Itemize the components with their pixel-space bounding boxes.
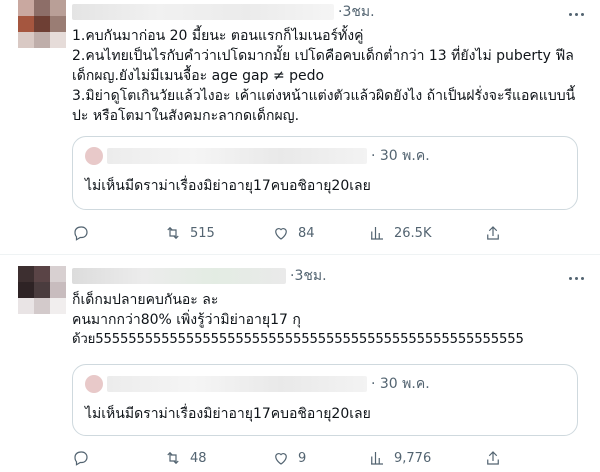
tweet-line: ก็เด็กมปลายคบกันอะ ละ [72,292,219,308]
retweet-count: 515 [190,225,215,241]
reply-button[interactable] [72,446,90,470]
views-icon [371,452,383,465]
quoted-text: ไม่เห็นมีดราม่าเรื่องมิย่าอายุ17คบอชิอาย… [85,406,371,422]
like-count: 9 [298,450,307,466]
share-icon [487,226,499,240]
tweet-header: ·3ชม. [72,266,327,286]
share-button[interactable] [484,221,502,245]
retweet-button[interactable]: 515 [164,221,215,245]
share-icon [487,451,499,465]
tweet-line: เด็กผญ.ยังไม่มีเมนจื้อะ age gap ≠ pedo [72,68,325,84]
quoted-tweet[interactable]: · 30 พ.ค. ไม่เห็นมีดราม่าเรื่องมิย่าอายุ… [72,364,578,436]
tweet-line: 3.มิย่าดูโตเกินวัยแล้วไงอะ เค้าแต่งหน้าแ… [72,88,576,104]
share-button[interactable] [484,446,502,470]
tweet-header: ·3ชม. [72,2,375,22]
like-count: 84 [298,225,315,241]
tweet-line: 2.คนไทยเป็นไรกับคำว่าเปโดมากมั้ย เปโดคือ… [72,48,574,64]
tweet[interactable]: ·3ชม. 1.คบกันมาก่อน 20 มี้ยนะ ตอนแรกก็ไม… [0,0,600,255]
tweet-actions: 515 84 26.5K [72,221,592,245]
retweet-button[interactable]: 48 [164,446,207,470]
more-options-icon[interactable] [564,268,588,288]
views-count: 9,776 [394,450,432,466]
tweet-line: ด้วย555555555555555555555555555555555555… [72,332,524,347]
more-options-icon[interactable] [564,4,588,24]
avatar[interactable] [18,266,66,314]
quoted-avatar [85,375,103,393]
retweet-count: 48 [190,450,207,466]
reply-button[interactable] [72,221,90,245]
quoted-avatar [85,147,103,165]
quoted-timestamp: · 30 พ.ค. [371,376,430,392]
quoted-author-redacted [107,376,367,392]
views-button[interactable]: 26.5K [368,221,431,245]
quoted-tweet[interactable]: · 30 พ.ค. ไม่เห็นมีดราม่าเรื่องมิย่าอายุ… [72,136,578,210]
tweet-text: 1.คบกันมาก่อน 20 มี้ยนะ ตอนแรกก็ไมเนอร์ท… [72,26,592,126]
like-button[interactable]: 9 [272,446,306,470]
heart-icon [275,453,287,465]
quoted-timestamp: · 30 พ.ค. [371,148,430,164]
author-name-redacted[interactable] [72,4,334,20]
quoted-author-redacted [107,148,367,164]
reply-icon [74,451,88,466]
tweet-timestamp[interactable]: ·3ชม. [290,265,327,287]
tweet-text: ก็เด็กมปลายคบกันอะ ละ คนมากกว่า80% เพิ่ง… [72,290,592,350]
views-icon [371,227,383,240]
tweet-line: คนมากกว่า80% เพิ่งรู้ว่ามิย่าอายุ17 กุ [72,312,301,328]
like-button[interactable]: 84 [272,221,315,245]
views-button[interactable]: 9,776 [368,446,431,470]
views-count: 26.5K [394,225,432,241]
avatar[interactable] [18,0,66,48]
tweet-timestamp[interactable]: ·3ชม. [338,1,375,23]
reply-icon [74,226,88,241]
tweet[interactable]: ·3ชม. ก็เด็กมปลายคบกันอะ ละ คนมากกว่า80%… [0,256,600,472]
tweet-line: 1.คบกันมาก่อน 20 มี้ยนะ ตอนแรกก็ไมเนอร์ท… [72,28,364,44]
author-name-redacted[interactable] [72,268,286,284]
retweet-icon [167,226,179,240]
heart-icon [275,228,287,240]
quoted-text: ไม่เห็นมีดราม่าเรื่องมิย่าอายุ17คบอชิอาย… [85,178,371,194]
tweet-actions: 48 9 9,776 [72,446,592,470]
retweet-icon [167,451,179,465]
tweet-line: ปะ หรือโตมาในสังคมกะลากดเด็กผญ. [72,108,300,124]
